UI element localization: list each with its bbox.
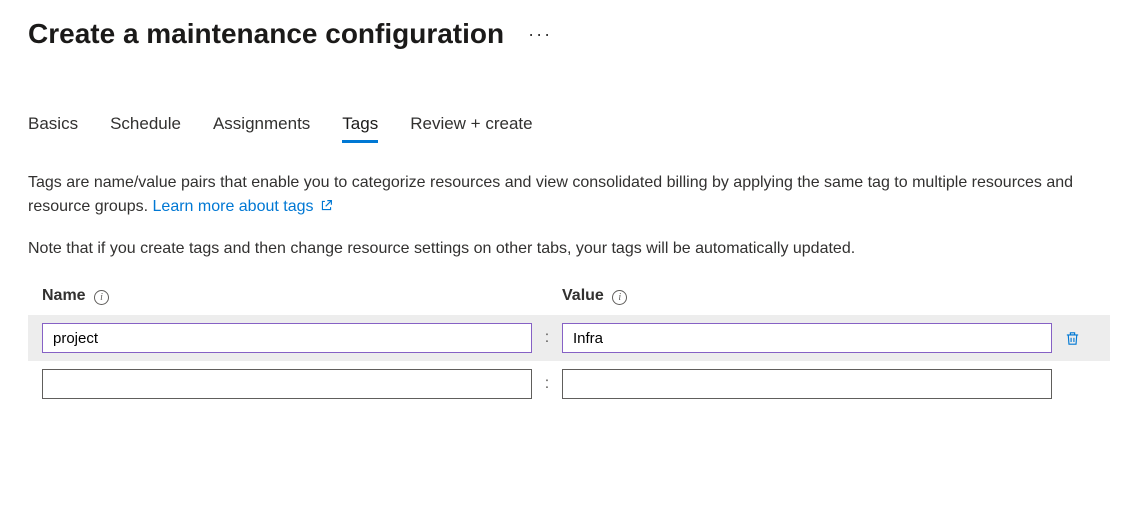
delete-tag-button[interactable]: [1058, 324, 1086, 352]
info-icon[interactable]: i: [612, 290, 627, 305]
external-link-icon: [320, 199, 333, 212]
tag-value-input[interactable]: [562, 323, 1052, 353]
page-title: Create a maintenance configuration: [28, 18, 504, 50]
tags-table: Name i Value i : :: [28, 287, 1110, 407]
tabs-bar: Basics Schedule Assignments Tags Review …: [28, 114, 1110, 143]
tags-description: Tags are name/value pairs that enable yo…: [28, 171, 1110, 219]
info-icon[interactable]: i: [94, 290, 109, 305]
tag-row: :: [28, 315, 1110, 361]
tags-note: Note that if you create tags and then ch…: [28, 237, 1110, 261]
learn-more-text: Learn more about tags: [153, 198, 314, 215]
tag-name-input[interactable]: [42, 369, 532, 399]
tab-assignments[interactable]: Assignments: [213, 114, 310, 143]
tab-schedule[interactable]: Schedule: [110, 114, 181, 143]
learn-more-link[interactable]: Learn more about tags: [153, 198, 333, 215]
tag-value-input[interactable]: [562, 369, 1052, 399]
trash-icon: [1064, 330, 1081, 347]
tags-header-row: Name i Value i: [28, 287, 1110, 315]
tab-tags[interactable]: Tags: [342, 114, 378, 143]
tag-name-input[interactable]: [42, 323, 532, 353]
separator: :: [532, 329, 562, 347]
separator: :: [532, 375, 562, 393]
tab-basics[interactable]: Basics: [28, 114, 78, 143]
tag-row: :: [28, 361, 1110, 407]
tab-review-create[interactable]: Review + create: [410, 114, 532, 143]
header-name: Name: [42, 287, 86, 304]
header-value: Value: [562, 287, 604, 304]
more-actions-icon[interactable]: ···: [528, 24, 552, 45]
